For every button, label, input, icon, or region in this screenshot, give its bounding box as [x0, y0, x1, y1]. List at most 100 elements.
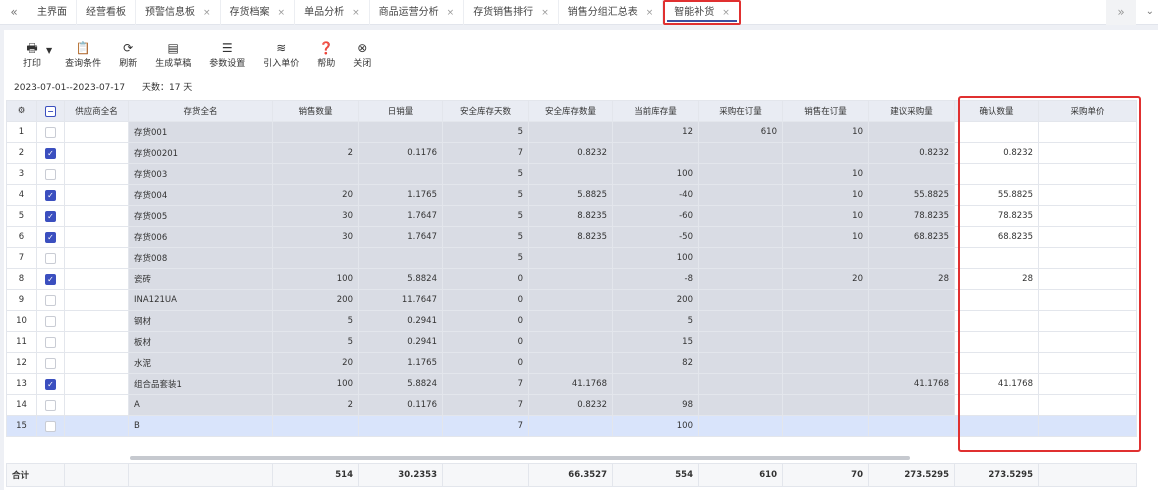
cell[interactable] — [1038, 226, 1137, 248]
table-row[interactable]: 2 ✓ 存货00201 2 0.1176 7 0.8232 0.8232 0.8232 — [6, 142, 1137, 164]
tab-2[interactable]: 预警信息板 × — [136, 0, 221, 25]
cell[interactable]: 78.8235 — [954, 205, 1039, 227]
table-row[interactable]: 3 存货003 5 100 10 — [6, 163, 1137, 185]
row-checkbox[interactable] — [36, 394, 65, 416]
scroll-tabs-left-icon[interactable]: « — [0, 0, 28, 24]
cell[interactable] — [1038, 352, 1137, 374]
column-header[interactable]: 供应商全名 — [64, 100, 129, 122]
tab-0[interactable]: 主界面 — [28, 0, 77, 25]
tab-5[interactable]: 商品运营分析 × — [370, 0, 465, 25]
cell[interactable]: 41.1768 — [954, 373, 1039, 395]
column-header[interactable]: 销售在订量 — [782, 100, 869, 122]
cell[interactable] — [1038, 373, 1137, 395]
table-row[interactable]: 15 B 7 100 — [6, 415, 1137, 437]
table-row[interactable]: 14 A 2 0.1176 7 0.8232 98 — [6, 394, 1137, 416]
tab-3[interactable]: 存货档案 × — [221, 0, 296, 25]
close-icon[interactable]: × — [447, 1, 455, 25]
cell[interactable] — [1038, 310, 1137, 332]
table-row[interactable]: 12 水泥 20 1.1765 0 82 — [6, 352, 1137, 374]
row-checkbox[interactable] — [36, 289, 65, 311]
cell[interactable]: 28 — [954, 268, 1039, 290]
column-header[interactable]: 安全库存天数 — [442, 100, 529, 122]
column-header[interactable]: 采购在订量 — [698, 100, 783, 122]
cell[interactable] — [954, 352, 1039, 374]
cell[interactable] — [954, 310, 1039, 332]
column-header[interactable]: 日销量 — [358, 100, 443, 122]
table-row[interactable]: 10 钢材 5 0.2941 0 5 — [6, 310, 1137, 332]
tab-7[interactable]: 销售分组汇总表 × — [559, 0, 664, 25]
cell[interactable] — [1038, 247, 1137, 269]
column-header[interactable]: 存货全名 — [128, 100, 273, 122]
tab-6[interactable]: 存货销售排行 × — [464, 0, 559, 25]
close-icon[interactable]: × — [541, 1, 549, 25]
select-all-checkbox[interactable]: − — [36, 100, 65, 122]
table-row[interactable]: 6 ✓ 存货006 30 1.7647 5 8.8235 -50 10 68.8235 68.823… — [6, 226, 1137, 248]
cell[interactable] — [1038, 184, 1137, 206]
row-checkbox[interactable] — [36, 331, 65, 353]
draft-button[interactable]: ▤ 生成草稿 — [146, 40, 200, 69]
column-header[interactable]: 建议采购量 — [868, 100, 955, 122]
print-dropdown-icon[interactable]: ▼ — [46, 46, 52, 69]
query-button[interactable]: 📋 查询条件 — [56, 40, 110, 69]
cell[interactable] — [954, 415, 1039, 437]
row-checkbox[interactable]: ✓ — [36, 226, 65, 248]
column-header[interactable]: 确认数量 — [954, 100, 1039, 122]
chevron-down-icon[interactable]: ⌄ — [1146, 0, 1154, 24]
column-settings-icon[interactable]: ⚙ — [6, 100, 37, 122]
row-checkbox[interactable]: ✓ — [36, 205, 65, 227]
cell[interactable] — [1038, 163, 1137, 185]
row-checkbox[interactable] — [36, 163, 65, 185]
cell[interactable] — [954, 163, 1039, 185]
row-checkbox[interactable] — [36, 310, 65, 332]
row-checkbox[interactable]: ✓ — [36, 184, 65, 206]
cell[interactable] — [1038, 331, 1137, 353]
cell[interactable] — [954, 121, 1039, 143]
table-row[interactable]: 4 ✓ 存货004 20 1.1765 5 5.8825 -40 10 55.8825 55.882… — [6, 184, 1137, 206]
close-icon[interactable]: × — [203, 1, 211, 25]
cell[interactable] — [1038, 268, 1137, 290]
column-header[interactable]: 销售数量 — [272, 100, 359, 122]
close-icon[interactable]: × — [722, 1, 730, 25]
cell[interactable] — [1038, 415, 1137, 437]
row-checkbox[interactable] — [36, 247, 65, 269]
cell[interactable] — [1038, 121, 1137, 143]
cell[interactable]: 0.8232 — [954, 142, 1039, 164]
table-row[interactable]: 13 ✓ 组合品套装1 100 5.8824 7 41.1768 41.1768 41.1768 — [6, 373, 1137, 395]
close-circle-button[interactable]: ⊗ 关闭 — [344, 40, 380, 69]
table-row[interactable]: 5 ✓ 存货005 30 1.7647 5 8.8235 -60 10 78.8235 78.823… — [6, 205, 1137, 227]
table-row[interactable]: 7 存货008 5 100 — [6, 247, 1137, 269]
cell[interactable] — [954, 289, 1039, 311]
printer-button[interactable]: 🖶 打印 — [14, 40, 50, 69]
close-icon[interactable]: × — [278, 1, 286, 25]
row-checkbox[interactable] — [36, 415, 65, 437]
help-button[interactable]: ❓ 帮助 — [308, 40, 344, 69]
cell[interactable] — [954, 331, 1039, 353]
table-row[interactable]: 11 板材 5 0.2941 0 15 — [6, 331, 1137, 353]
refresh-button[interactable]: ⟳ 刷新 — [110, 40, 146, 69]
cell[interactable] — [1038, 394, 1137, 416]
settings-sliders-button[interactable]: ☰ 参数设置 — [200, 40, 254, 69]
close-icon[interactable]: × — [352, 1, 360, 25]
close-icon[interactable]: × — [646, 1, 654, 25]
cell[interactable]: 55.8825 — [954, 184, 1039, 206]
tab-8[interactable]: 智能补货 × — [663, 0, 741, 25]
cell[interactable] — [954, 247, 1039, 269]
cell[interactable] — [1038, 289, 1137, 311]
cell[interactable] — [1038, 205, 1137, 227]
tab-1[interactable]: 经营看板 — [77, 0, 136, 25]
table-row[interactable]: 8 ✓ 瓷砖 100 5.8824 0 -8 20 28 28 — [6, 268, 1137, 290]
table-row[interactable]: 1 存货001 5 12 610 10 — [6, 121, 1137, 143]
column-header[interactable]: 采购单价 — [1038, 100, 1137, 122]
cell[interactable] — [954, 394, 1039, 416]
tab-4[interactable]: 单品分析 × — [295, 0, 370, 25]
database-button[interactable]: ≋ 引入单价 — [254, 40, 308, 69]
cell[interactable] — [1038, 142, 1137, 164]
row-checkbox[interactable] — [36, 121, 65, 143]
row-checkbox[interactable] — [36, 352, 65, 374]
scroll-tabs-right-icon[interactable]: » — [1106, 0, 1136, 25]
row-checkbox[interactable]: ✓ — [36, 373, 65, 395]
column-header[interactable]: 安全库存数量 — [528, 100, 613, 122]
horizontal-scrollbar[interactable] — [10, 455, 1140, 461]
column-header[interactable]: 当前库存量 — [612, 100, 699, 122]
table-row[interactable]: 9 INA121UA 200 11.7647 0 200 — [6, 289, 1137, 311]
